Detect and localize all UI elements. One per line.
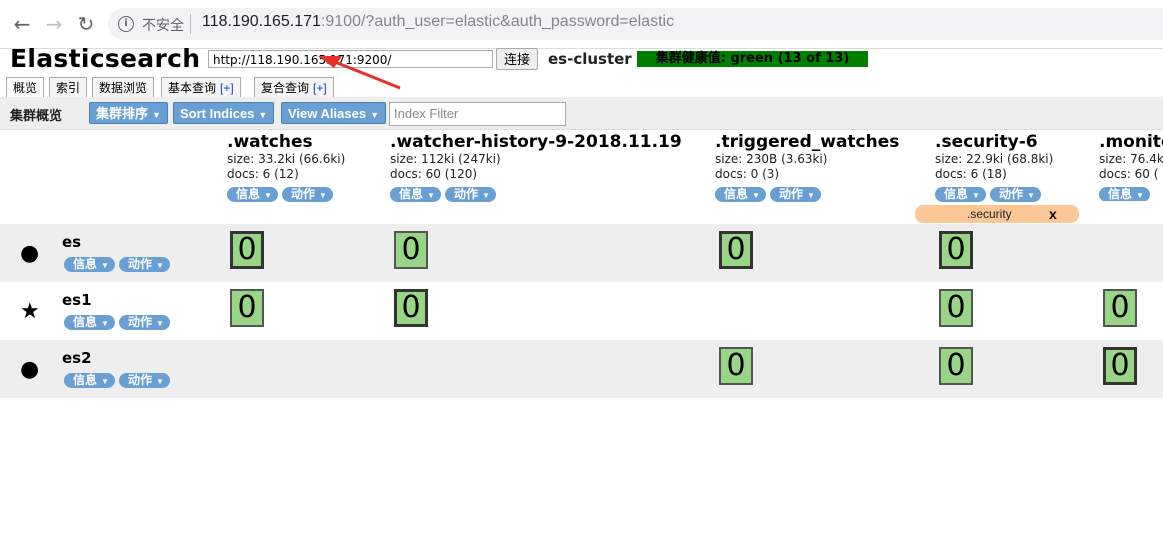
annotation-arrow-icon <box>318 56 401 90</box>
